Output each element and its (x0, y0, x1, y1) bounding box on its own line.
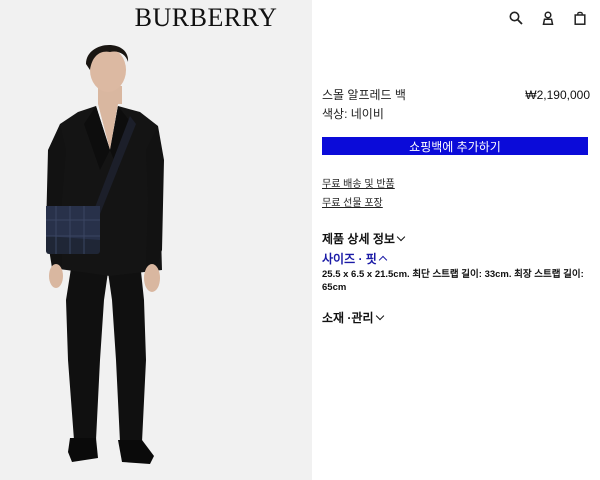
search-icon[interactable] (506, 8, 526, 28)
shopping-bag-icon[interactable] (570, 8, 590, 28)
add-to-bag-button[interactable]: 쇼핑백에 추가하기 (322, 137, 588, 155)
chevron-down-icon (375, 311, 384, 321)
account-icon[interactable] (538, 8, 558, 28)
material-care-label: 소재 ·관리 (322, 311, 374, 325)
product-color: 색상: 네이비 (322, 107, 384, 121)
size-fit-toggle[interactable]: 사이즈 · 핏 (322, 250, 388, 267)
free-gift-wrap-link[interactable]: 무료 선물 포장 (322, 194, 395, 209)
product-name: 스몰 알프레드 백 (322, 88, 406, 102)
product-details-toggle[interactable]: 제품 상세 정보 (322, 230, 406, 247)
product-model-image (46, 44, 164, 464)
size-fit-label: 사이즈 · 핏 (322, 252, 377, 266)
product-details-label: 제품 상세 정보 (322, 232, 395, 246)
product-price: ₩2,190,000 (525, 88, 590, 102)
service-links: 무료 배송 및 반품 무료 선물 포장 (322, 175, 395, 213)
chevron-down-icon (396, 232, 406, 242)
brand-logo[interactable]: BURBERRY (130, 2, 282, 34)
header-actions (506, 8, 590, 28)
free-shipping-returns-link[interactable]: 무료 배송 및 반품 (322, 175, 395, 190)
product-image-panel (0, 0, 312, 480)
size-fit-description: 25.5 x 6.5 x 21.5cm. 최단 스트랩 길이: 33cm. 최장… (322, 269, 584, 293)
material-care-toggle[interactable]: 소재 ·관리 (322, 309, 384, 326)
chevron-up-icon (378, 255, 388, 265)
product-info: 스몰 알프레드 백 ₩2,190,000 색상: 네이비 (322, 86, 590, 122)
